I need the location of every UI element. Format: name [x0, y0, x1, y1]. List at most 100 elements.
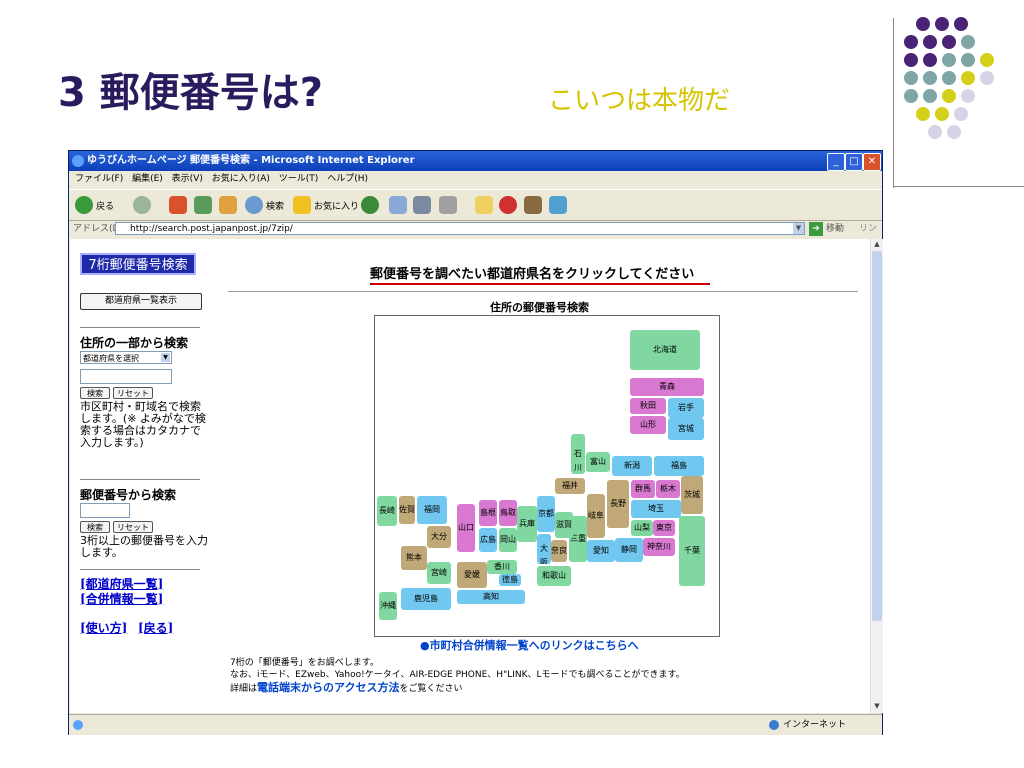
prefecture-44[interactable]: 熊本: [401, 546, 427, 570]
menu-favorites[interactable]: お気に入り(A): [212, 171, 270, 188]
search-label[interactable]: 検索: [266, 199, 284, 212]
forward-arrow-icon[interactable]: [133, 196, 151, 214]
chevron-down-icon[interactable]: ▼: [161, 353, 170, 362]
back-label[interactable]: 戻る: [96, 199, 114, 212]
prefecture-47[interactable]: 沖縄: [379, 592, 397, 620]
zip-search-button[interactable]: 検索: [80, 521, 110, 533]
history-icon[interactable]: [361, 196, 379, 214]
prefecture-39[interactable]: 高知: [457, 590, 525, 604]
prefecture-35[interactable]: 山口: [457, 504, 475, 552]
back-link[interactable]: [戻る]: [138, 619, 173, 636]
prefecture-32[interactable]: 島根: [479, 500, 497, 526]
prefecture-37[interactable]: 徳島: [499, 574, 521, 586]
prefecture-25[interactable]: 滋賀: [555, 512, 573, 538]
scroll-up-icon[interactable]: ▲: [872, 239, 882, 249]
prefecture-6[interactable]: 宮城: [668, 418, 704, 440]
prefecture-46[interactable]: 鹿児島: [401, 588, 451, 610]
prefecture-15[interactable]: 茨城: [681, 476, 703, 514]
prefecture-28[interactable]: 大阪: [537, 534, 551, 564]
prefecture-7[interactable]: 石川: [571, 434, 585, 474]
research-icon[interactable]: [524, 196, 542, 214]
print-icon[interactable]: [413, 196, 431, 214]
folder-icon[interactable]: [475, 196, 493, 214]
prefecture-41[interactable]: 佐賀: [399, 496, 415, 524]
address-input[interactable]: http://search.post.japanpost.jp/7zip/: [115, 222, 805, 235]
howto-link[interactable]: [使い方]: [80, 619, 127, 636]
prefecture-12[interactable]: 長野: [607, 480, 629, 528]
zip-search-input[interactable]: [80, 503, 130, 518]
prefecture-16[interactable]: 岐阜: [587, 494, 605, 538]
prefecture-36[interactable]: 香川: [487, 560, 517, 574]
close-button[interactable]: ✕: [863, 153, 881, 171]
prefecture-30[interactable]: 和歌山: [537, 566, 571, 586]
contacts-icon[interactable]: [549, 196, 567, 214]
prefecture-26[interactable]: 京都: [537, 496, 555, 532]
prefecture-27[interactable]: 兵庫: [517, 506, 537, 542]
scroll-thumb[interactable]: [872, 251, 882, 621]
site-logo[interactable]: 7桁郵便番号検索: [80, 253, 196, 275]
prefecture-13[interactable]: 群馬: [631, 480, 655, 498]
prefecture-42[interactable]: 長崎: [377, 496, 397, 526]
search-icon[interactable]: [245, 196, 263, 214]
prefecture-3[interactable]: 秋田: [630, 398, 666, 414]
menu-file[interactable]: ファイル(F): [75, 171, 123, 188]
merge-info-link[interactable]: ●市町村合併情報一覧へのリンクはこちらへ: [420, 637, 639, 653]
menu-edit[interactable]: 編集(E): [132, 171, 163, 188]
chevron-down-icon[interactable]: ▼: [793, 223, 804, 234]
edit-icon[interactable]: [439, 196, 457, 214]
prefecture-45[interactable]: 宮崎: [427, 562, 451, 584]
pref-list-button[interactable]: 都道府県一覧表示: [80, 293, 202, 310]
maximize-button[interactable]: □: [845, 153, 863, 171]
go-arrow-icon[interactable]: ➔: [809, 222, 823, 236]
prefecture-2[interactable]: 青森: [630, 378, 704, 396]
refresh-icon[interactable]: [194, 196, 212, 214]
prefecture-20[interactable]: 千葉: [679, 516, 705, 586]
address-search-input[interactable]: [80, 369, 172, 384]
access-method-link[interactable]: 電話端末からのアクセス方法: [257, 681, 399, 694]
window-titlebar[interactable]: ゆうびんホームページ 郵便番号検索 - Microsoft Internet E…: [69, 151, 882, 171]
prefecture-9[interactable]: 新潟: [612, 456, 652, 476]
menu-view[interactable]: 表示(V): [172, 171, 203, 188]
prefecture-5[interactable]: 山形: [630, 416, 666, 434]
prefecture-43[interactable]: 大分: [427, 526, 451, 548]
mail-icon[interactable]: [389, 196, 407, 214]
zip-reset-button[interactable]: リセット: [113, 521, 153, 533]
vertical-scrollbar[interactable]: ▲ ▼: [870, 239, 883, 713]
home-icon[interactable]: [219, 196, 237, 214]
prefecture-40[interactable]: 福岡: [417, 496, 447, 524]
prefecture-29[interactable]: 奈良: [551, 540, 567, 562]
prefecture-18[interactable]: 山梨: [631, 520, 653, 536]
prefecture-31[interactable]: 鳥取: [499, 500, 517, 526]
prefecture-33[interactable]: 岡山: [499, 528, 517, 552]
prefecture-8[interactable]: 富山: [586, 452, 610, 472]
prefecture-38[interactable]: 愛媛: [457, 562, 487, 588]
prefecture-21[interactable]: 神奈川: [643, 538, 675, 556]
addr-reset-button[interactable]: リセット: [113, 387, 153, 399]
favorites-star-icon[interactable]: [293, 196, 311, 214]
prefecture-34[interactable]: 広島: [479, 528, 497, 552]
minimize-button[interactable]: _: [827, 153, 845, 171]
decoration-dot: [923, 53, 937, 67]
prefecture-17[interactable]: 埼玉: [631, 500, 681, 518]
status-bar: インターネット: [69, 714, 882, 735]
merge-list-link[interactable]: [合併情報一覧]: [80, 590, 163, 607]
prefecture-23[interactable]: 愛知: [587, 540, 615, 562]
favorites-label[interactable]: お気に入り: [314, 199, 359, 212]
pref-select[interactable]: 都道府県を選択 ▼: [80, 351, 172, 364]
prefecture-19[interactable]: 東京: [653, 520, 675, 536]
scroll-down-icon[interactable]: ▼: [872, 701, 882, 711]
prefecture-10[interactable]: 福島: [654, 456, 704, 476]
menu-tools[interactable]: ツール(T): [279, 171, 319, 188]
addr-search-button[interactable]: 検索: [80, 387, 110, 399]
back-arrow-icon[interactable]: [75, 196, 93, 214]
prefecture-14[interactable]: 栃木: [656, 480, 680, 498]
prefecture-4[interactable]: 岩手: [668, 398, 704, 418]
go-label[interactable]: 移動: [826, 220, 844, 238]
messenger-icon[interactable]: [499, 196, 517, 214]
prefecture-11[interactable]: 福井: [555, 478, 585, 494]
prefecture-22[interactable]: 静岡: [615, 538, 643, 562]
sidebar-divider: [80, 479, 200, 480]
stop-icon[interactable]: [169, 196, 187, 214]
menu-help[interactable]: ヘルプ(H): [327, 171, 368, 188]
prefecture-1[interactable]: 北海道: [630, 330, 700, 370]
